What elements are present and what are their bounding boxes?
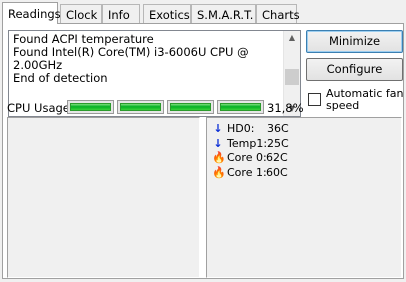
tab-clock[interactable]: Clock [60, 4, 102, 23]
arrow-down-icon: ↓ [213, 122, 223, 135]
tab-exotics[interactable]: Exotics [143, 4, 191, 23]
minimize-button[interactable]: Minimize [306, 30, 403, 53]
tab-label: Readings [8, 7, 61, 21]
sensor-value: 60C [266, 165, 288, 179]
sensor-name: Core 0: [227, 151, 267, 164]
log-lines: Found ACPI temperature Found Intel(R) Co… [13, 33, 300, 85]
tab-info[interactable]: Info [102, 4, 140, 23]
scroll-thumb[interactable] [285, 69, 299, 85]
sensor-name: HD0: [227, 122, 255, 135]
sensor-row-hd0: ↓ HD0: 36C [212, 122, 288, 135]
sensor-list: ↓ HD0: 36C ↓ Temp1: 25C 🔥 Core 0: 62C 🔥 … [212, 122, 289, 180]
tab-label: S.M.A.R.T. [197, 8, 254, 22]
cpu-usage-percent: 31,8% [267, 101, 304, 115]
scroll-up-icon[interactable]: ▲ [284, 31, 300, 45]
cpu-core-bar-fill [220, 103, 261, 111]
sensor-value: 36C [267, 122, 289, 135]
automatic-fan-speed-label: Automatic fan speed [326, 87, 404, 112]
tab-label: Info [108, 8, 130, 22]
cpu-core-bar-fill [120, 103, 161, 111]
cpu-core-bar [117, 100, 164, 114]
sensor-name: Core 1: [227, 165, 267, 179]
tab-label: Exotics [149, 8, 190, 22]
tab-charts[interactable]: Charts [256, 4, 300, 23]
arrow-down-icon: ↓ [213, 136, 223, 150]
cpu-core-bar-fill [170, 103, 211, 111]
tab-readings[interactable]: Readings [2, 2, 61, 24]
tab-bar: Readings Clock Info Exotics S.M.A.R.T. C… [2, 2, 404, 24]
sensor-name: Temp1: [227, 136, 268, 150]
readings-panel: Found ACPI temperature Found Intel(R) Co… [2, 23, 404, 279]
sensor-row-core0: 🔥 Core 0: 62C [212, 151, 288, 164]
log-line: Found Intel(R) Core(TM) i3-6006U CPU @ 2… [13, 45, 249, 72]
configure-button[interactable]: Configure [306, 58, 403, 81]
sensor-value: 62C [266, 151, 288, 164]
tab-label: Clock [66, 8, 98, 22]
sensor-readings-pane: ↓ HD0: 36C ↓ Temp1: 25C 🔥 Core 0: 62C 🔥 … [206, 117, 402, 278]
flame-icon: 🔥 [212, 151, 226, 164]
flame-icon: 🔥 [212, 165, 226, 179]
cpu-core-bar [167, 100, 214, 114]
sensor-value: 25C [267, 136, 289, 150]
cpu-core-bar [67, 100, 114, 114]
cpu-usage-bars [67, 100, 264, 115]
tab-label: Charts [262, 8, 300, 22]
tab-smart[interactable]: S.M.A.R.T. [191, 4, 256, 23]
empty-pane [7, 117, 200, 278]
sensor-row-temp1: ↓ Temp1: 25C [212, 136, 288, 150]
cpu-usage-label: CPU Usage [7, 101, 70, 115]
cpu-core-bar-fill [70, 103, 111, 111]
cpu-core-bar [217, 100, 264, 114]
log-line: End of detection [13, 71, 108, 85]
automatic-fan-speed-checkbox[interactable] [308, 93, 321, 106]
sensor-row-core1: 🔥 Core 1: 60C [212, 165, 288, 179]
